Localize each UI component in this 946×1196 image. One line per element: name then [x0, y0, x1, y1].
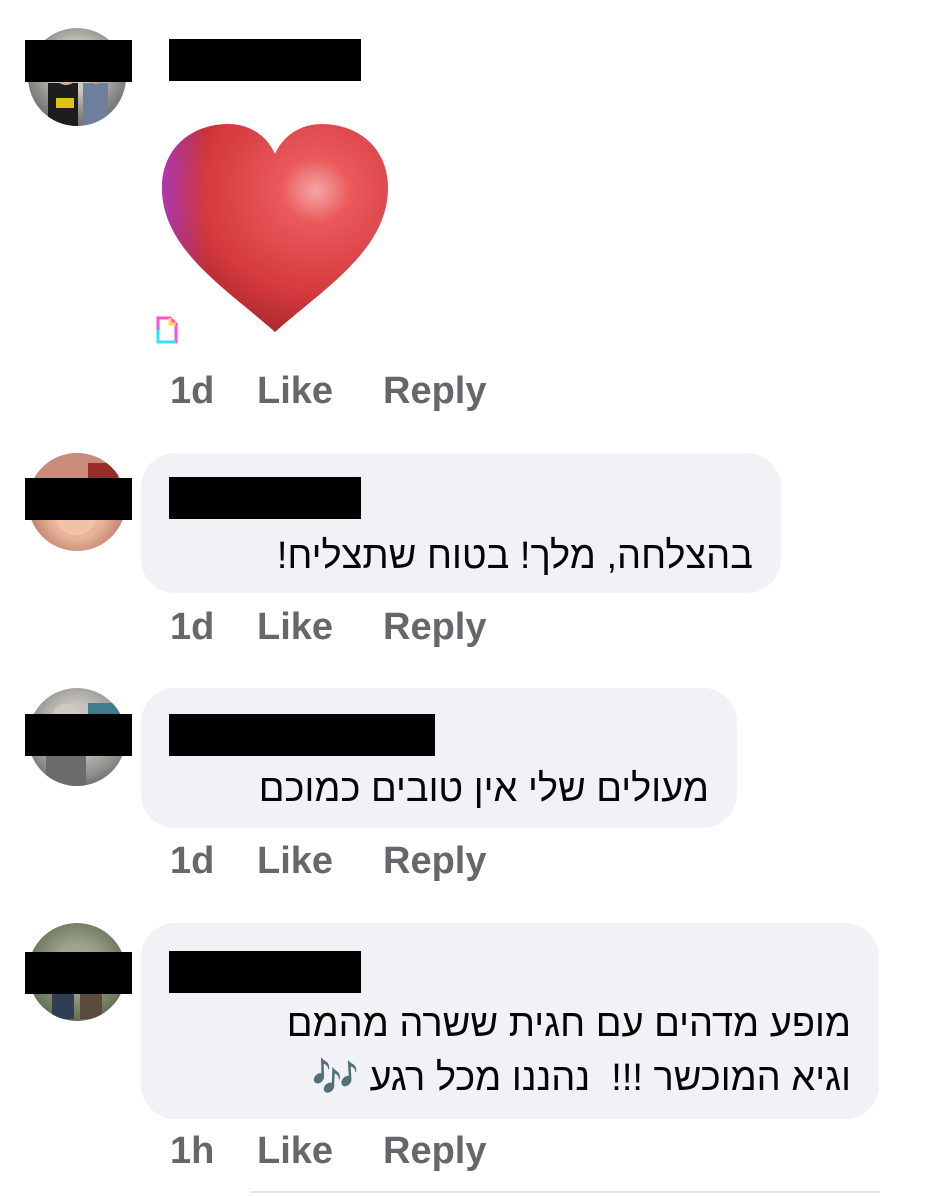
comment-time: 1d — [170, 370, 215, 412]
comment-text-line-1: מופע מדהים עם חגית ששרה מהמם — [286, 1003, 851, 1045]
comment-bubble: מופע מדהים עם חגית ששרה מהמם וגיא המוכשר… — [141, 923, 879, 1119]
comment-text: בהצלחה, מלך! בטוח שתצליח! — [276, 535, 753, 577]
comment-bubble: מעולים שלי אין טובים כמוכם — [141, 688, 737, 828]
redacted-avatar-bar — [25, 714, 132, 756]
redacted-avatar-bar — [25, 478, 132, 520]
redacted-author-name[interactable] — [169, 39, 361, 81]
redacted-author-name[interactable] — [169, 951, 361, 993]
redacted-avatar-bar — [25, 40, 132, 82]
like-button[interactable]: Like — [257, 1130, 333, 1173]
comment-4: מופע מדהים עם חגית ששרה מהמם וגיא המוכשר… — [0, 915, 946, 1196]
like-button[interactable]: Like — [257, 840, 333, 883]
reply-button[interactable]: Reply — [383, 840, 486, 883]
comment-text: מעולים שלי אין טובים כמוכם — [258, 768, 709, 810]
comment-3: מעולים שלי אין טובים כמוכם 1d Like Reply — [0, 680, 946, 915]
reply-button[interactable]: Reply — [383, 1130, 486, 1173]
redacted-author-name[interactable] — [169, 477, 361, 519]
like-button[interactable]: Like — [257, 370, 333, 413]
redacted-author-name[interactable] — [169, 714, 435, 756]
gif-badge-icon — [156, 316, 178, 344]
reply-button[interactable]: Reply — [383, 606, 486, 649]
comment-time: 1h — [170, 1130, 215, 1172]
comment-text-line-2: וגיא המוכשר !!! נהננו מכל רגע 🎶 — [311, 1057, 851, 1099]
bottom-divider — [250, 1191, 880, 1193]
heart-sticker[interactable] — [158, 120, 392, 334]
comment-time: 1d — [170, 606, 215, 648]
comment-2: בהצלחה, מלך! בטוח שתצליח! 1d Like Reply — [0, 440, 946, 680]
reply-button[interactable]: Reply — [383, 370, 486, 413]
redacted-avatar-bar — [25, 952, 132, 994]
comment-1: 1d Like Reply — [0, 0, 946, 440]
like-button[interactable]: Like — [257, 606, 333, 649]
comment-bubble: בהצלחה, מלך! בטוח שתצליח! — [141, 453, 781, 593]
comment-time: 1d — [170, 840, 215, 882]
